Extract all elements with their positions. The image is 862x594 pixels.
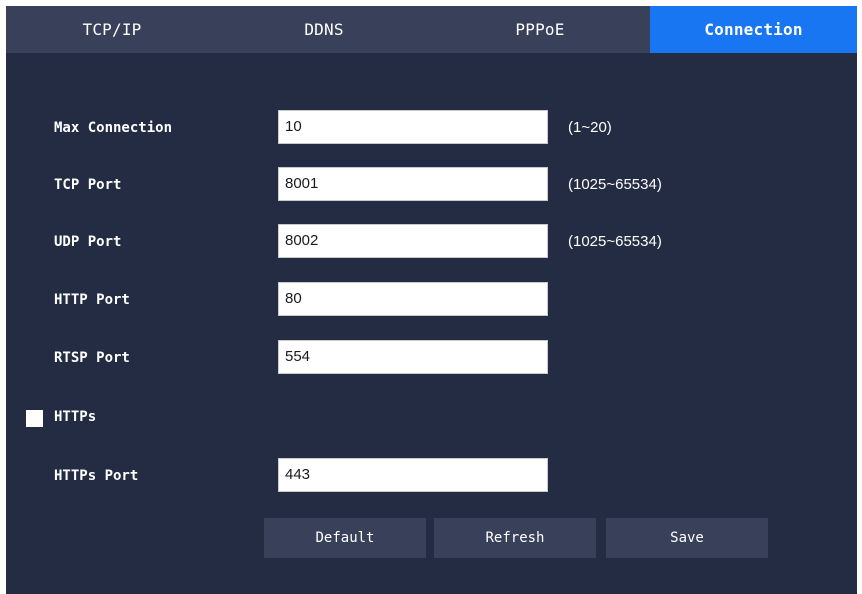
https-checkbox[interactable] bbox=[26, 410, 43, 427]
default-button[interactable]: Default bbox=[264, 518, 426, 558]
https-port-label: HTTPs Port bbox=[54, 468, 139, 484]
http-port-input[interactable]: 80 bbox=[278, 282, 548, 316]
tcp-port-range: (1025~65534) bbox=[568, 176, 662, 193]
max-connection-range: (1~20) bbox=[568, 119, 612, 136]
save-button[interactable]: Save bbox=[606, 518, 768, 558]
tcp-port-label: TCP Port bbox=[54, 177, 122, 193]
udp-port-input[interactable]: 8002 bbox=[278, 224, 548, 258]
connection-settings-window: TCP/IP DDNS PPPoE Connection Max Connect… bbox=[6, 6, 857, 594]
tab-bar: TCP/IP DDNS PPPoE Connection bbox=[6, 6, 857, 53]
tab-connection[interactable]: Connection bbox=[650, 6, 857, 53]
tab-tcp-ip[interactable]: TCP/IP bbox=[6, 6, 218, 53]
rtsp-port-input[interactable]: 554 bbox=[278, 340, 548, 374]
tab-ddns[interactable]: DDNS bbox=[218, 6, 430, 53]
refresh-button[interactable]: Refresh bbox=[434, 518, 596, 558]
max-connection-label: Max Connection bbox=[54, 120, 173, 136]
max-connection-input[interactable]: 10 bbox=[278, 110, 548, 144]
tab-pppoe[interactable]: PPPoE bbox=[430, 6, 650, 53]
https-port-input[interactable]: 443 bbox=[278, 458, 548, 492]
http-port-label: HTTP Port bbox=[54, 292, 130, 308]
udp-port-label: UDP Port bbox=[54, 234, 122, 250]
udp-port-range: (1025~65534) bbox=[568, 233, 662, 250]
https-label: HTTPs bbox=[54, 409, 97, 425]
rtsp-port-label: RTSP Port bbox=[54, 350, 130, 366]
tcp-port-input[interactable]: 8001 bbox=[278, 167, 548, 201]
